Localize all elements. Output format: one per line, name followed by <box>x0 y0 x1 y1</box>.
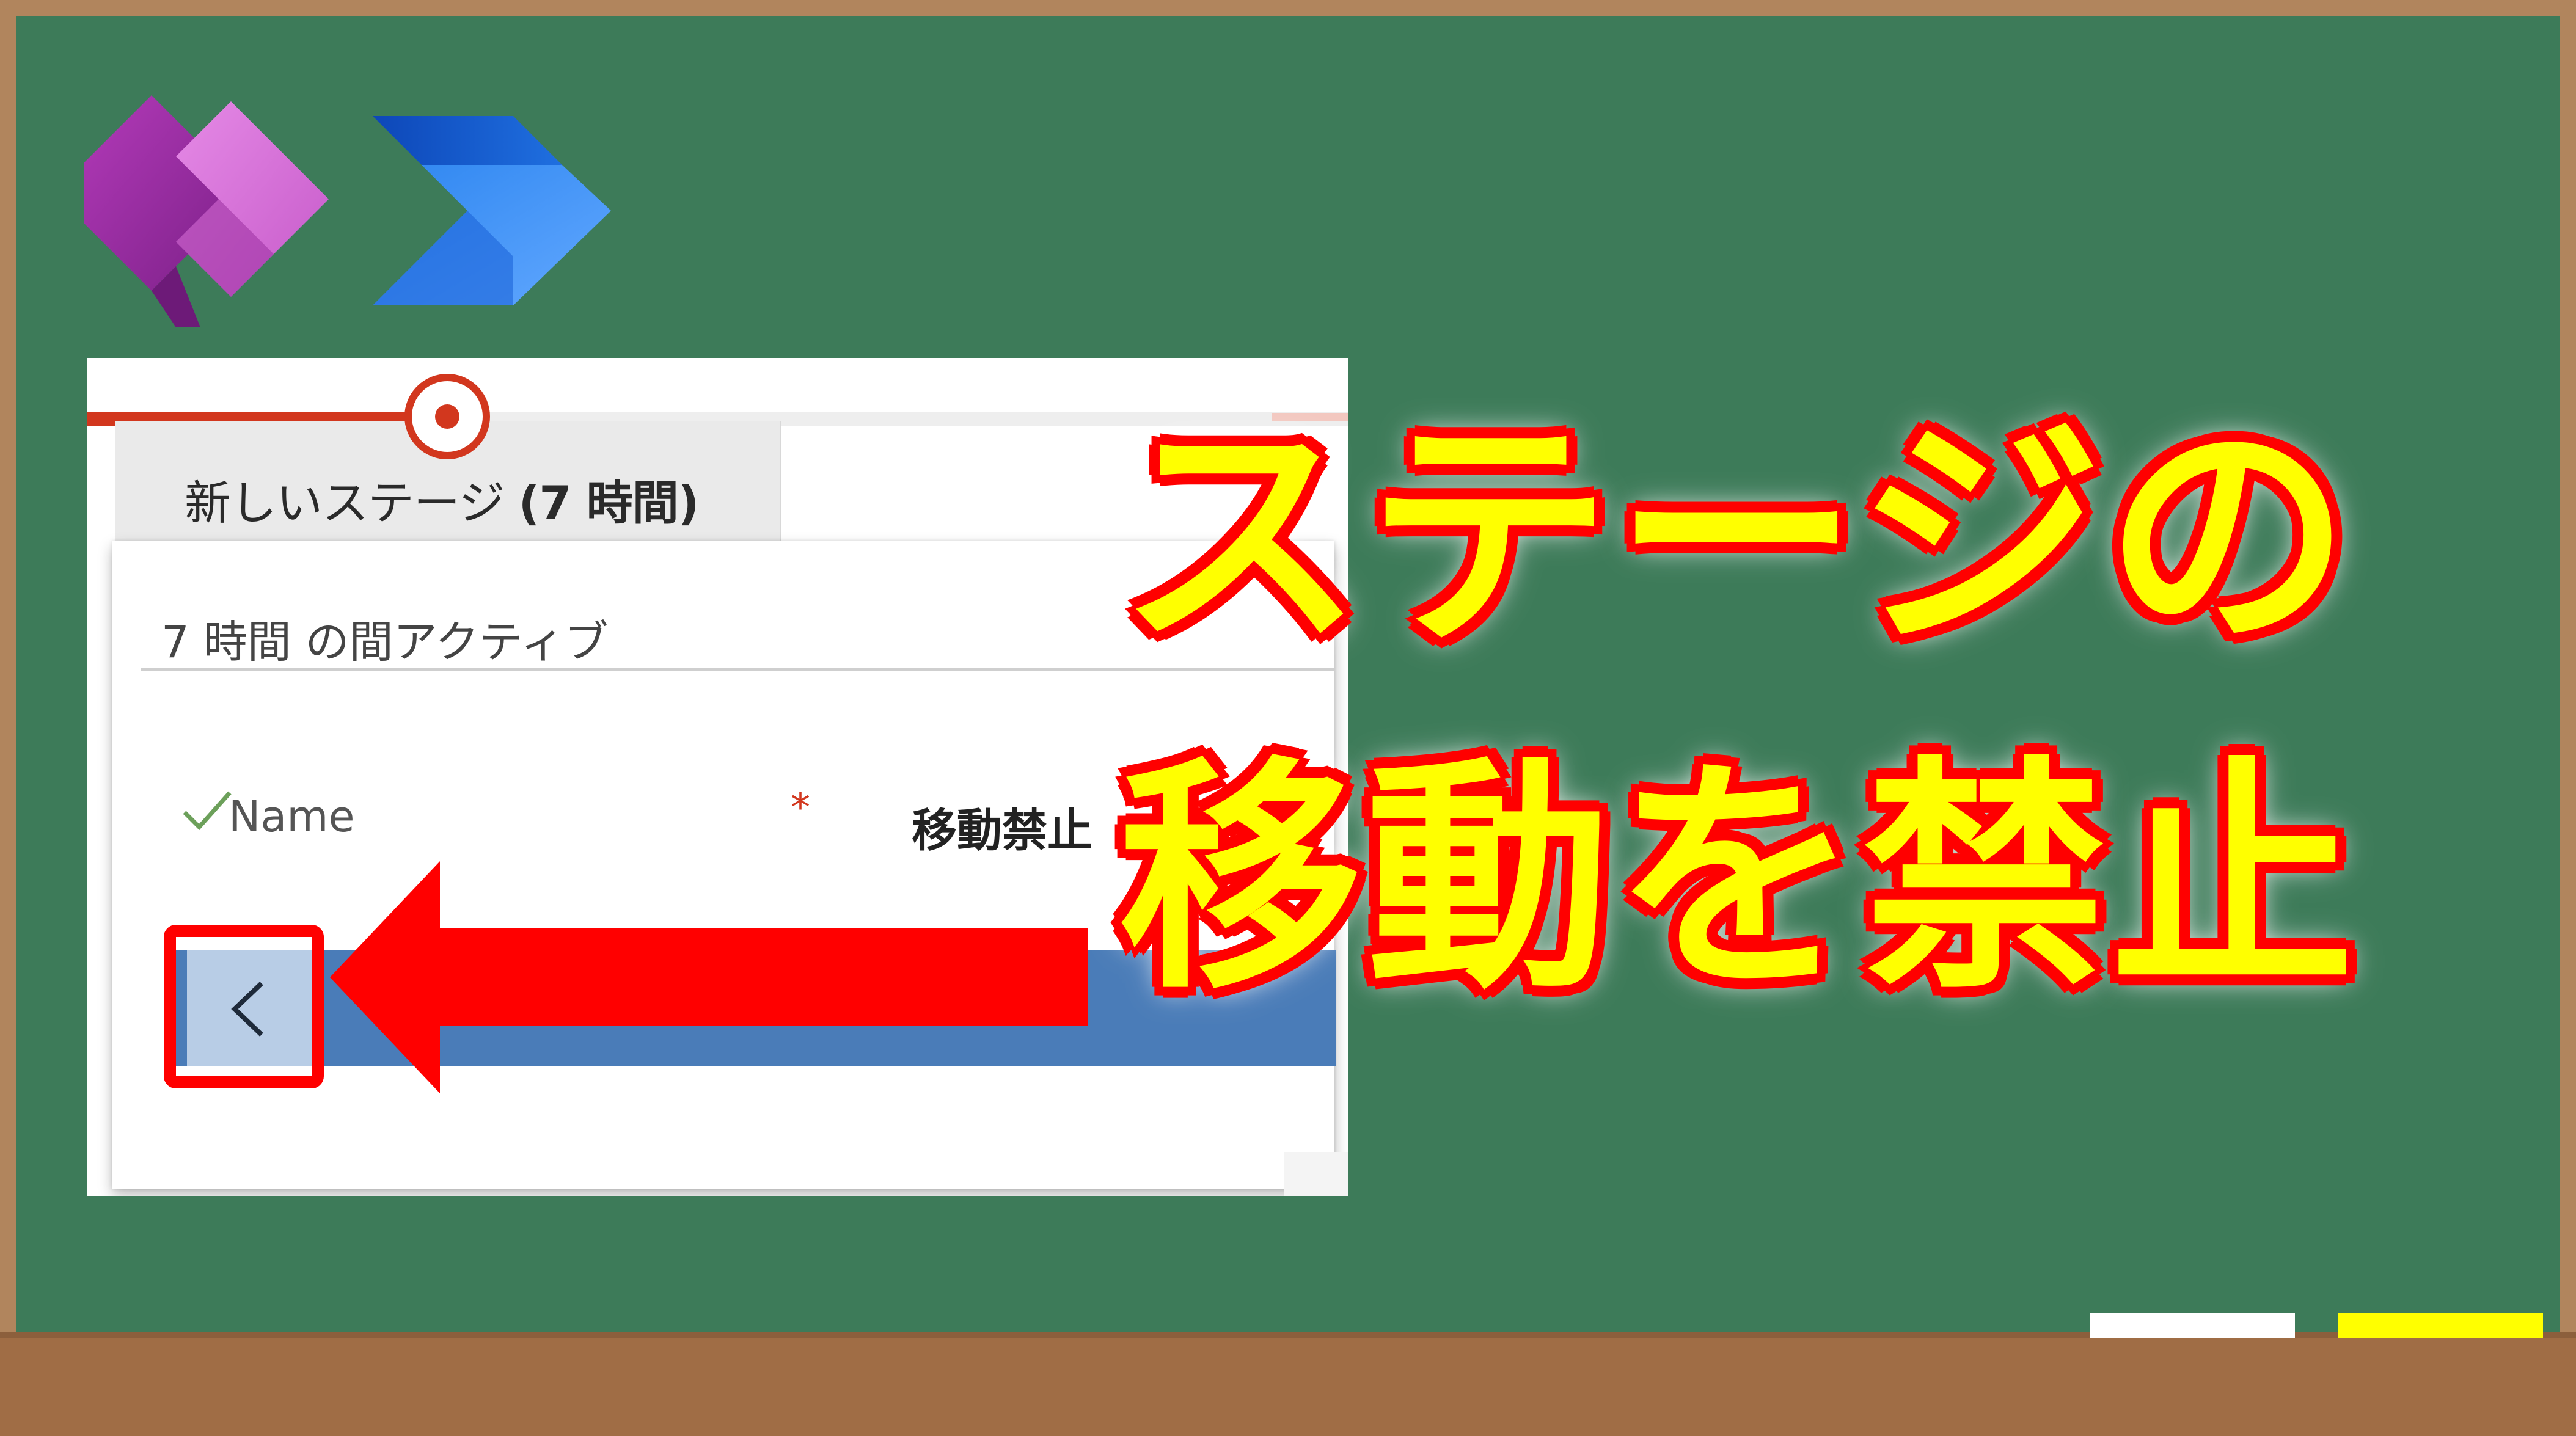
red-arrow-left-icon <box>330 861 1088 1093</box>
headline-line-1: ステージの <box>1118 395 2354 679</box>
stage-marker-dot <box>435 404 459 429</box>
yellow-chalk <box>2338 1313 2543 1338</box>
white-chalk <box>2090 1313 2295 1338</box>
stage-tab-label: 新しいステージ (7 時間) <box>185 465 700 533</box>
stage-duration: (7 時間) <box>518 476 700 530</box>
power-automate-icon <box>373 116 611 305</box>
checkmark-icon <box>183 791 232 831</box>
panel-corner <box>1284 1152 1348 1196</box>
power-apps-icon <box>84 95 329 327</box>
headline-line-2: 移動を禁止 <box>1118 737 2358 1021</box>
stage-name: 新しいステージ <box>185 476 505 530</box>
field-value[interactable]: 移動禁止 <box>912 794 1092 859</box>
required-indicator: * <box>791 785 810 831</box>
chalk-tray <box>0 1332 2576 1436</box>
highlight-box <box>164 925 324 1088</box>
field-label: Name <box>229 792 355 842</box>
flyout-header: 7 時間 の間アクティブ <box>161 616 609 668</box>
